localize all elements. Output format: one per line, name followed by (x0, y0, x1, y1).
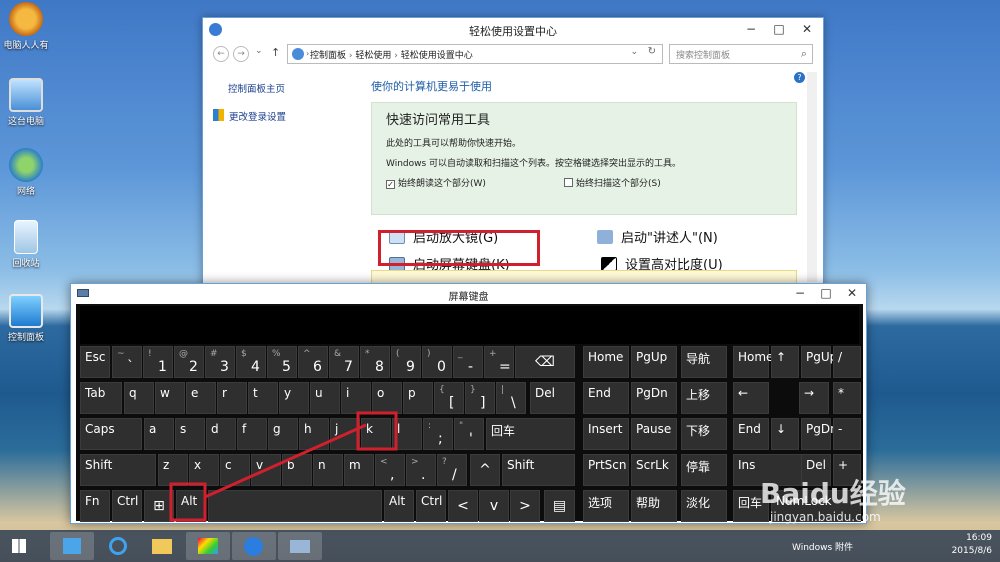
taskbar-ie[interactable] (96, 532, 140, 560)
watermark-url: jingyan.baidu.com (770, 510, 881, 524)
annotation-line (204, 423, 367, 499)
highlight-box-alt (169, 482, 207, 522)
clock-time: 16:09 (966, 533, 992, 543)
start-icon (12, 539, 26, 553)
taskbar-paint[interactable] (186, 532, 230, 560)
start-button[interactable] (4, 532, 34, 560)
watermark-brand: Baidu经验 (760, 477, 906, 510)
ie-icon (109, 537, 127, 555)
clock[interactable]: 16:09 2015/8/6 (952, 532, 992, 558)
taskbar-explorer[interactable] (140, 532, 184, 560)
explorer-icon (152, 539, 172, 554)
sogou-icon (244, 537, 263, 556)
paint-icon (198, 538, 218, 554)
taskbar: Windows 附件 16:09 2015/8/6 (0, 530, 1000, 562)
control-panel-icon (63, 538, 81, 554)
taskbar-sogou[interactable] (232, 532, 276, 560)
taskbar-osk[interactable] (278, 532, 322, 560)
toolbar-label[interactable]: Windows 附件 (792, 540, 853, 553)
taskbar-control-panel[interactable] (50, 532, 94, 560)
highlight-box-k (356, 411, 398, 451)
clock-date: 2015/8/6 (951, 546, 992, 556)
keyboard-icon (290, 540, 310, 553)
